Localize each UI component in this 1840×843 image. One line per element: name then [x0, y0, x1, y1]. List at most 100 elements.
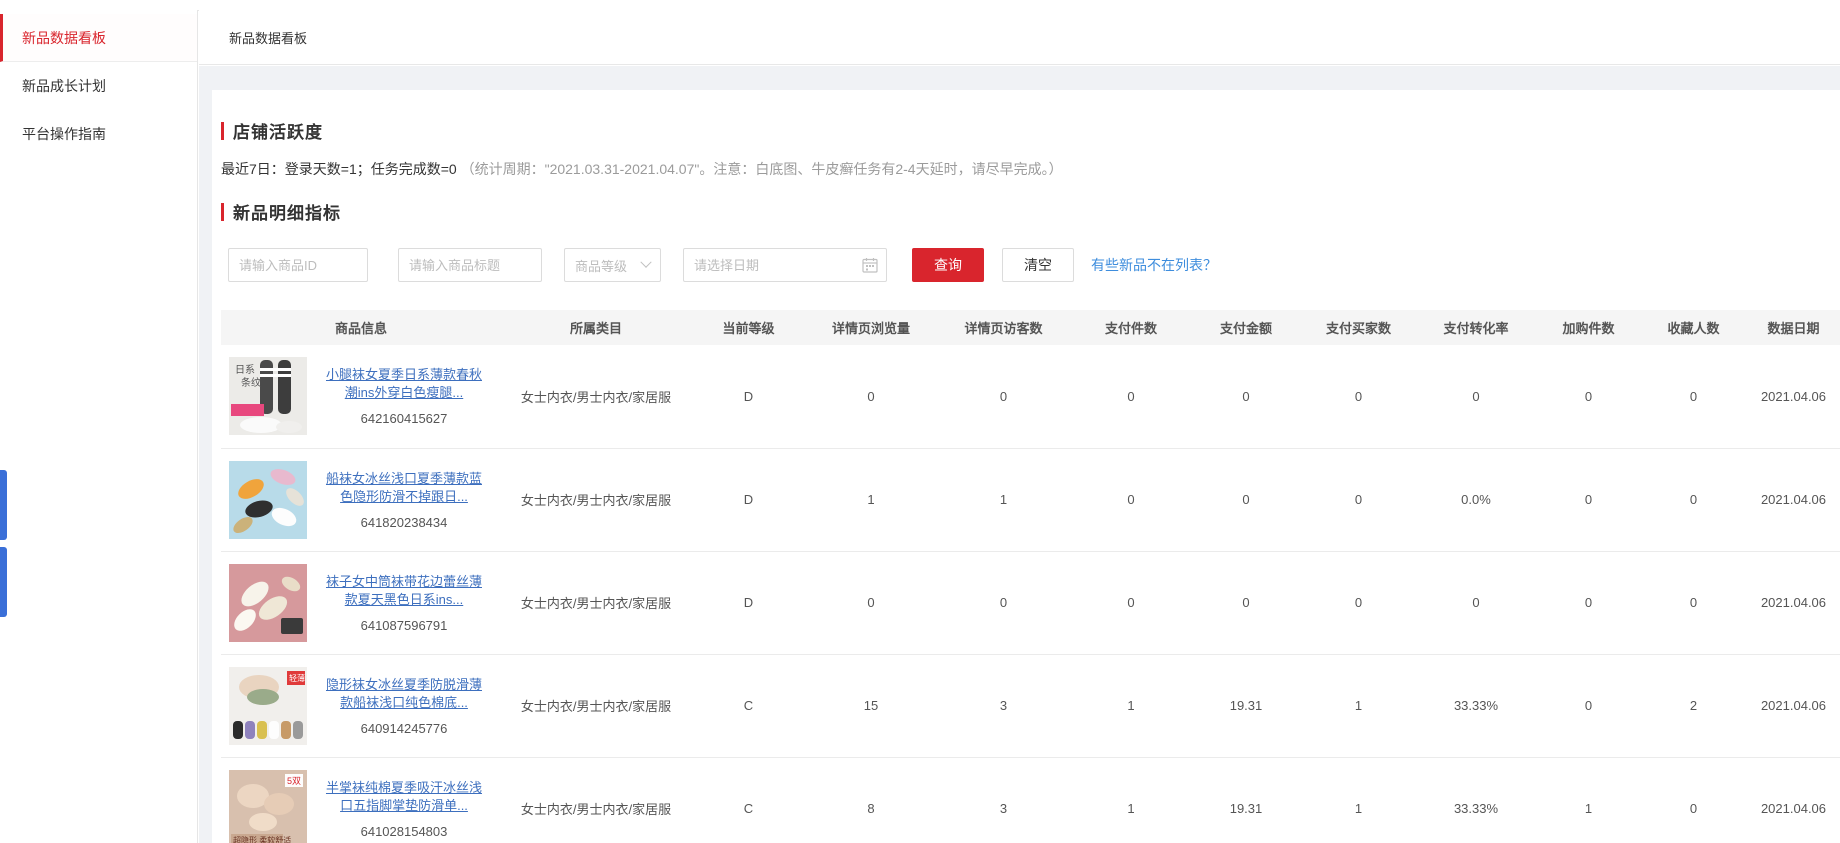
cell-visitors: 3 — [936, 757, 1071, 843]
filter-bar: 商品等级 查询 清空 有些新品不在列表？ — [221, 248, 1840, 282]
svg-text:轻薄: 轻薄 — [289, 673, 305, 683]
cell-pay-items: 0 — [1071, 345, 1191, 449]
col-pay-buyers: 支付买家数 — [1301, 310, 1416, 345]
cell-conversion: 0 — [1416, 551, 1536, 655]
product-image[interactable] — [229, 460, 307, 539]
date-picker — [683, 248, 887, 282]
cell-page-views: 0 — [806, 345, 936, 449]
table-row: 船袜女冰丝浅口夏季薄款蓝色隐形防滑不掉跟日... 641820238434 女士… — [221, 448, 1840, 552]
topbar: 新品数据看板 — [199, 10, 1840, 65]
cell-pay-buyers: 0 — [1301, 551, 1416, 655]
product-id: 641028154803 — [360, 823, 448, 839]
product-image[interactable]: 日系 条纹 — [229, 357, 307, 436]
cell-date: 2021.04.06 — [1746, 448, 1840, 552]
chevron-down-icon — [640, 256, 652, 268]
product-id: 640914245776 — [360, 720, 448, 736]
heading-accent-bar — [221, 202, 224, 221]
product-title-link[interactable]: 半掌袜纯棉夏季吸汗冰丝浅口五指脚掌垫防滑单... — [320, 779, 488, 815]
table-header-row: 商品信息 所属类目 当前等级 详情页浏览量 详情页访客数 支付件数 支付金额 支… — [221, 310, 1840, 345]
cell-grade: D — [691, 345, 806, 449]
cell-pay-buyers: 1 — [1301, 654, 1416, 758]
col-category: 所属类目 — [501, 310, 691, 345]
cell-pay-items: 0 — [1071, 551, 1191, 655]
product-image[interactable]: 5双 超隐形 柔软舒适 — [229, 769, 307, 843]
col-product-info: 商品信息 — [221, 310, 501, 345]
col-page-views: 详情页浏览量 — [806, 310, 936, 345]
page-title: 新品数据看板 — [229, 30, 308, 46]
missing-products-link[interactable]: 有些新品不在列表？ — [1091, 255, 1217, 275]
table-row: 5双 超隐形 柔软舒适 半掌袜纯棉夏季吸汗冰丝浅口五指脚掌垫防滑单... 641… — [221, 757, 1840, 843]
search-button[interactable]: 查询 — [912, 248, 984, 282]
product-id: 642160415627 — [360, 411, 448, 427]
detail-metrics-title: 新品明细指标 — [233, 204, 341, 223]
grade-select-value: 商品等级 — [575, 258, 628, 274]
col-grade: 当前等级 — [691, 310, 806, 345]
cell-pay-amount: 0 — [1191, 345, 1301, 449]
cell-cart-items: 1 — [1536, 757, 1641, 843]
product-title-link[interactable]: 船袜女冰丝浅口夏季薄款蓝色隐形防滑不掉跟日... — [320, 470, 488, 506]
cell-pay-amount: 0 — [1191, 551, 1301, 655]
cell-cart-items: 0 — [1536, 551, 1641, 655]
cell-pay-buyers: 0 — [1301, 345, 1416, 449]
cell-grade: C — [691, 757, 806, 843]
table-row: 轻薄 隐形袜女冰丝夏季防脱滑薄款船袜浅口纯色棉底... 640914245776… — [221, 654, 1840, 758]
page: 新品数据看板 新品成长计划 平台操作指南 新品数据看板 店铺活跃度 最近7日：登… — [0, 0, 1840, 843]
col-conversion: 支付转化率 — [1416, 310, 1536, 345]
svg-text:5双: 5双 — [287, 776, 301, 786]
sidebar-item-new-product-dashboard[interactable]: 新品数据看板 — [0, 14, 197, 62]
cell-category: 女士内衣/男士内衣/家居服 — [501, 654, 691, 758]
cell-conversion: 33.33% — [1416, 654, 1536, 758]
product-id: 641820238434 — [360, 514, 448, 530]
cell-cart-items: 0 — [1536, 448, 1641, 552]
side-float-widget[interactable] — [0, 470, 7, 540]
cell-grade: D — [691, 551, 806, 655]
cell-category: 女士内衣/男士内衣/家居服 — [501, 448, 691, 552]
cell-pay-buyers: 1 — [1301, 757, 1416, 843]
cell-visitors: 3 — [936, 654, 1071, 758]
col-pay-items: 支付件数 — [1071, 310, 1191, 345]
cell-pay-buyers: 0 — [1301, 448, 1416, 552]
cell-category: 女士内衣/男士内衣/家居服 — [501, 551, 691, 655]
cell-page-views: 8 — [806, 757, 936, 843]
product-id: 641087596791 — [360, 617, 448, 633]
cell-favorites: 2 — [1641, 654, 1746, 758]
new-product-metrics-table: 商品信息 所属类目 当前等级 详情页浏览量 详情页访客数 支付件数 支付金额 支… — [221, 310, 1840, 843]
cell-date: 2021.04.06 — [1746, 757, 1840, 843]
cell-conversion: 33.33% — [1416, 757, 1536, 843]
product-image[interactable] — [229, 563, 307, 642]
shop-activity-stats: 最近7日：登录天数=1；任务完成数=0 （统计周期："2021.03.31-20… — [221, 159, 1840, 179]
cell-favorites: 0 — [1641, 757, 1746, 843]
sidebar-item-platform-guide[interactable]: 平台操作指南 — [0, 110, 197, 158]
cell-date: 2021.04.06 — [1746, 345, 1840, 449]
stats-main-text: 最近7日：登录天数=1；任务完成数=0 — [221, 161, 457, 177]
product-title-link[interactable]: 小腿袜女夏季日系薄款春秋潮ins外穿白色瘦腿... — [320, 366, 488, 402]
cell-favorites: 0 — [1641, 345, 1746, 449]
calendar-icon[interactable] — [862, 257, 878, 273]
product-id-input[interactable] — [228, 248, 368, 282]
col-date: 数据日期 — [1746, 310, 1840, 345]
cell-visitors: 1 — [936, 448, 1071, 552]
col-pay-amount: 支付金额 — [1191, 310, 1301, 345]
heading-accent-bar — [221, 121, 224, 140]
product-title-link[interactable]: 袜子女中筒袜带花边蕾丝薄款夏天黑色日系ins... — [320, 573, 488, 609]
cell-category: 女士内衣/男士内衣/家居服 — [501, 757, 691, 843]
cell-cart-items: 0 — [1536, 654, 1641, 758]
stats-note-text: （统计周期："2021.03.31-2021.04.07"。注意：白底图、牛皮癣… — [460, 161, 1063, 177]
col-visitors: 详情页访客数 — [936, 310, 1071, 345]
shop-activity-title: 店铺活跃度 — [233, 123, 323, 142]
clear-button[interactable]: 清空 — [1002, 248, 1074, 282]
cell-favorites: 0 — [1641, 448, 1746, 552]
cell-pay-items: 0 — [1071, 448, 1191, 552]
product-image[interactable]: 轻薄 — [229, 666, 307, 745]
product-grade-select[interactable]: 商品等级 — [564, 248, 661, 282]
svg-text:日系: 日系 — [235, 364, 255, 376]
cell-visitors: 0 — [936, 345, 1071, 449]
sidebar-item-label: 平台操作指南 — [22, 126, 106, 142]
product-title-input[interactable] — [398, 248, 542, 282]
cell-grade: D — [691, 448, 806, 552]
date-input[interactable] — [683, 248, 887, 282]
sidebar-item-new-product-growth-plan[interactable]: 新品成长计划 — [0, 62, 197, 110]
cell-cart-items: 0 — [1536, 345, 1641, 449]
product-title-link[interactable]: 隐形袜女冰丝夏季防脱滑薄款船袜浅口纯色棉底... — [320, 676, 488, 712]
side-float-widget[interactable] — [0, 547, 7, 617]
